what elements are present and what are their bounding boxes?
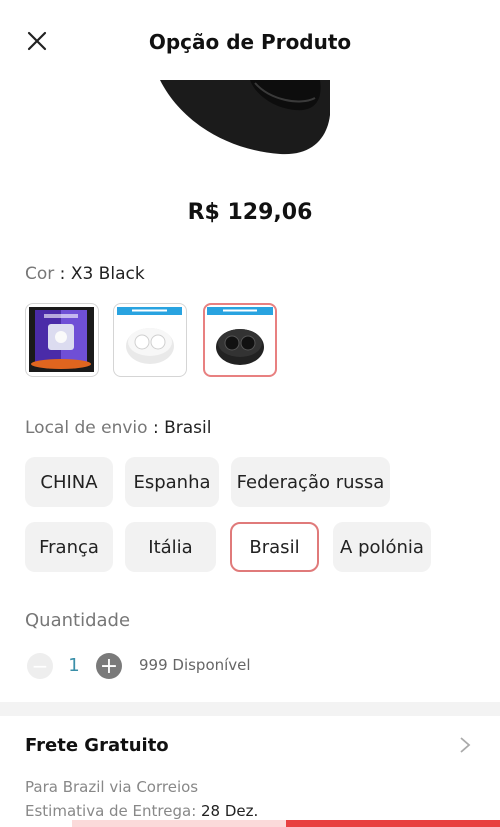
ship-option-italia[interactable]: Itália — [125, 522, 216, 572]
quantity-decrease-button[interactable]: − — [27, 653, 53, 679]
color-label-row: Cor : X3 Black — [25, 264, 145, 284]
product-option-sheet: Opção de Produto R$ 129,06 Cor : X3 Blac… — [0, 0, 500, 827]
quantity-label: Quantidade — [25, 610, 131, 631]
ship-option-franca[interactable]: França — [25, 522, 113, 572]
x3-black-image — [207, 307, 273, 365]
shipping-method: Para Brazil via Correios — [25, 778, 199, 796]
buy-now-button[interactable] — [286, 820, 500, 827]
shipping-from-selected: Brasil — [164, 418, 212, 438]
shipping-from-label: Local de envio — [25, 418, 148, 438]
shipping-from-label-row: Local de envio : Brasil — [25, 418, 212, 438]
available-stock: 999 Disponível — [139, 656, 251, 674]
ship-option-china[interactable]: CHINA — [25, 457, 113, 507]
ship-option-brasil[interactable]: Brasil — [230, 522, 319, 572]
ship-option-espanha[interactable]: Espanha — [125, 457, 219, 507]
shipping-estimate-date: 28 Dez. — [196, 802, 259, 820]
header: Opção de Produto — [0, 0, 500, 84]
color-selected: X3 Black — [70, 264, 145, 284]
add-to-cart-button[interactable] — [72, 820, 286, 827]
ship-option-federacao-russa[interactable]: Federação russa — [231, 457, 390, 507]
color-option-box[interactable] — [25, 303, 99, 377]
section-divider — [0, 702, 500, 716]
chevron-right-icon[interactable] — [458, 735, 472, 755]
shipping-title[interactable]: Frete Gratuito — [25, 735, 169, 756]
shipping-estimate-label: Estimativa de Entrega: — [25, 802, 197, 820]
quantity-increase-button[interactable]: + — [96, 653, 122, 679]
product-price: R$ 129,06 — [187, 200, 313, 225]
shipping-estimate: Estimativa de Entrega: 28 Dez. — [25, 802, 258, 820]
ship-option-a-polonia[interactable]: A polónia — [333, 522, 431, 572]
x3-white-image — [117, 307, 182, 364]
page-title: Opção de Produto — [148, 30, 352, 54]
color-option-x3-white[interactable] — [113, 303, 187, 377]
box-package-image — [29, 307, 94, 372]
quantity-value[interactable]: 1 — [66, 655, 82, 676]
product-image — [160, 80, 330, 155]
color-label: Cor — [25, 264, 55, 284]
color-option-x3-black[interactable] — [203, 303, 277, 377]
